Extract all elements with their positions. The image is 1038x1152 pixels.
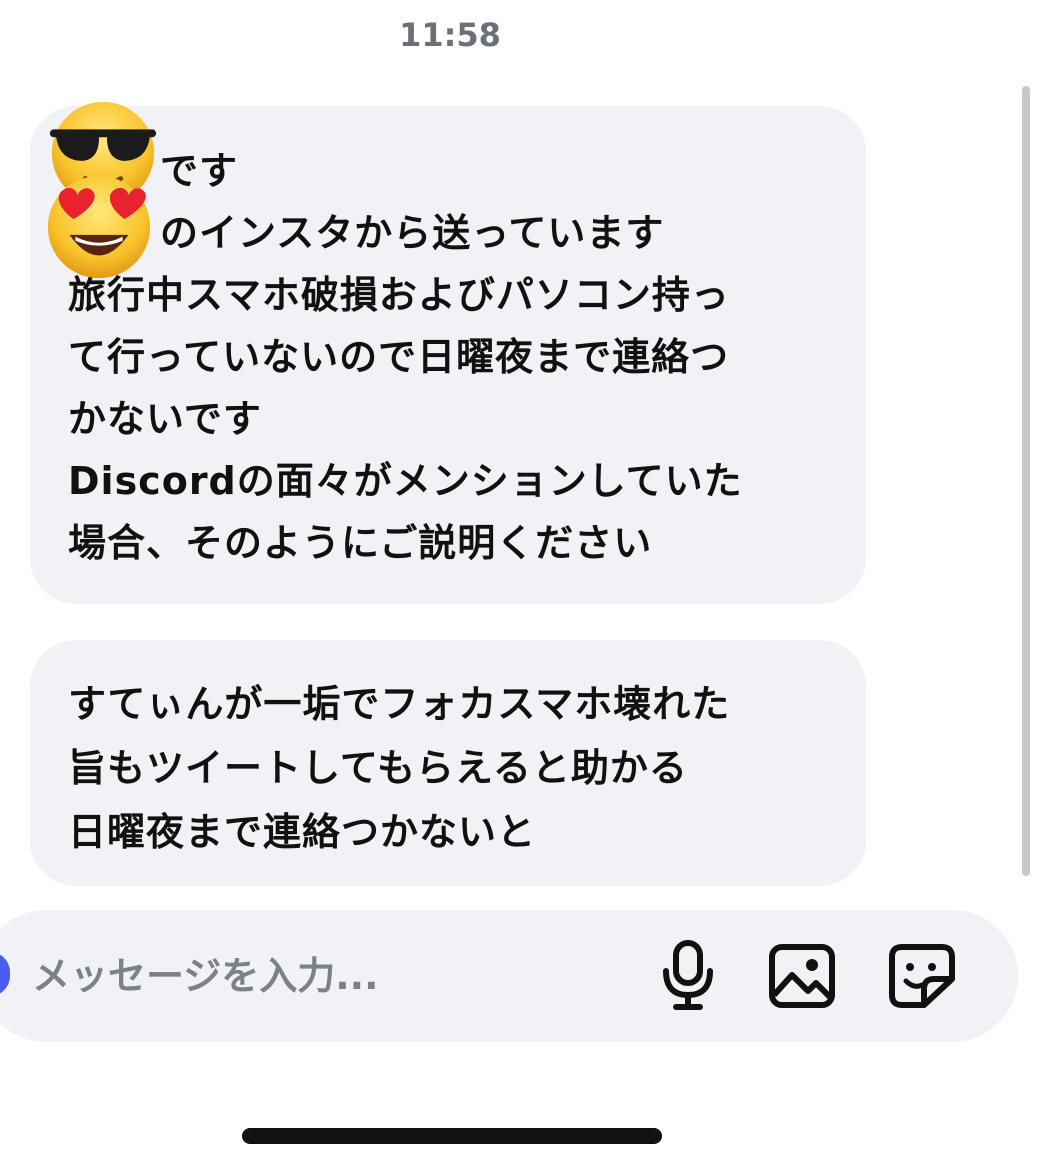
chat-screen: 11:58 です のインスタから送っています 旅行中スマホ破損およびパソコン持っ… [0, 0, 1038, 1152]
message-bubble[interactable]: すてぃんが一垢でフォカスマホ壊れた 旨もツイートしてもらえると助かる 日曜夜まで… [30, 640, 866, 886]
message-timestamp: 11:58 [399, 16, 501, 54]
message-line: 旅行中スマホ破損およびパソコン持っ [68, 273, 730, 317]
heart-eyes-emoji-icon [47, 175, 151, 279]
message-line: 旨もツイートしてもらえると助かる [68, 746, 688, 790]
message-input[interactable] [32, 940, 592, 1012]
microphone-icon[interactable] [648, 936, 728, 1016]
message-line: 日曜夜まで連絡つかないと [68, 810, 537, 854]
message-line: かないです [68, 397, 262, 441]
sticker-icon[interactable] [882, 936, 962, 1016]
message-line: て行っていないので日曜夜まで連絡つ [68, 335, 730, 379]
message-line: Discordの面々がメンションしていた [68, 459, 743, 503]
message-line: すてぃんが一垢でフォカスマホ壊れた [68, 682, 731, 726]
message-line: です [160, 149, 239, 193]
image-icon[interactable] [762, 936, 842, 1016]
home-indicator[interactable] [242, 1128, 662, 1144]
message-line: のインスタから送っています [160, 211, 665, 255]
scrollbar[interactable] [1022, 86, 1030, 876]
message-line: 場合、そのようにご説明ください [68, 521, 653, 565]
